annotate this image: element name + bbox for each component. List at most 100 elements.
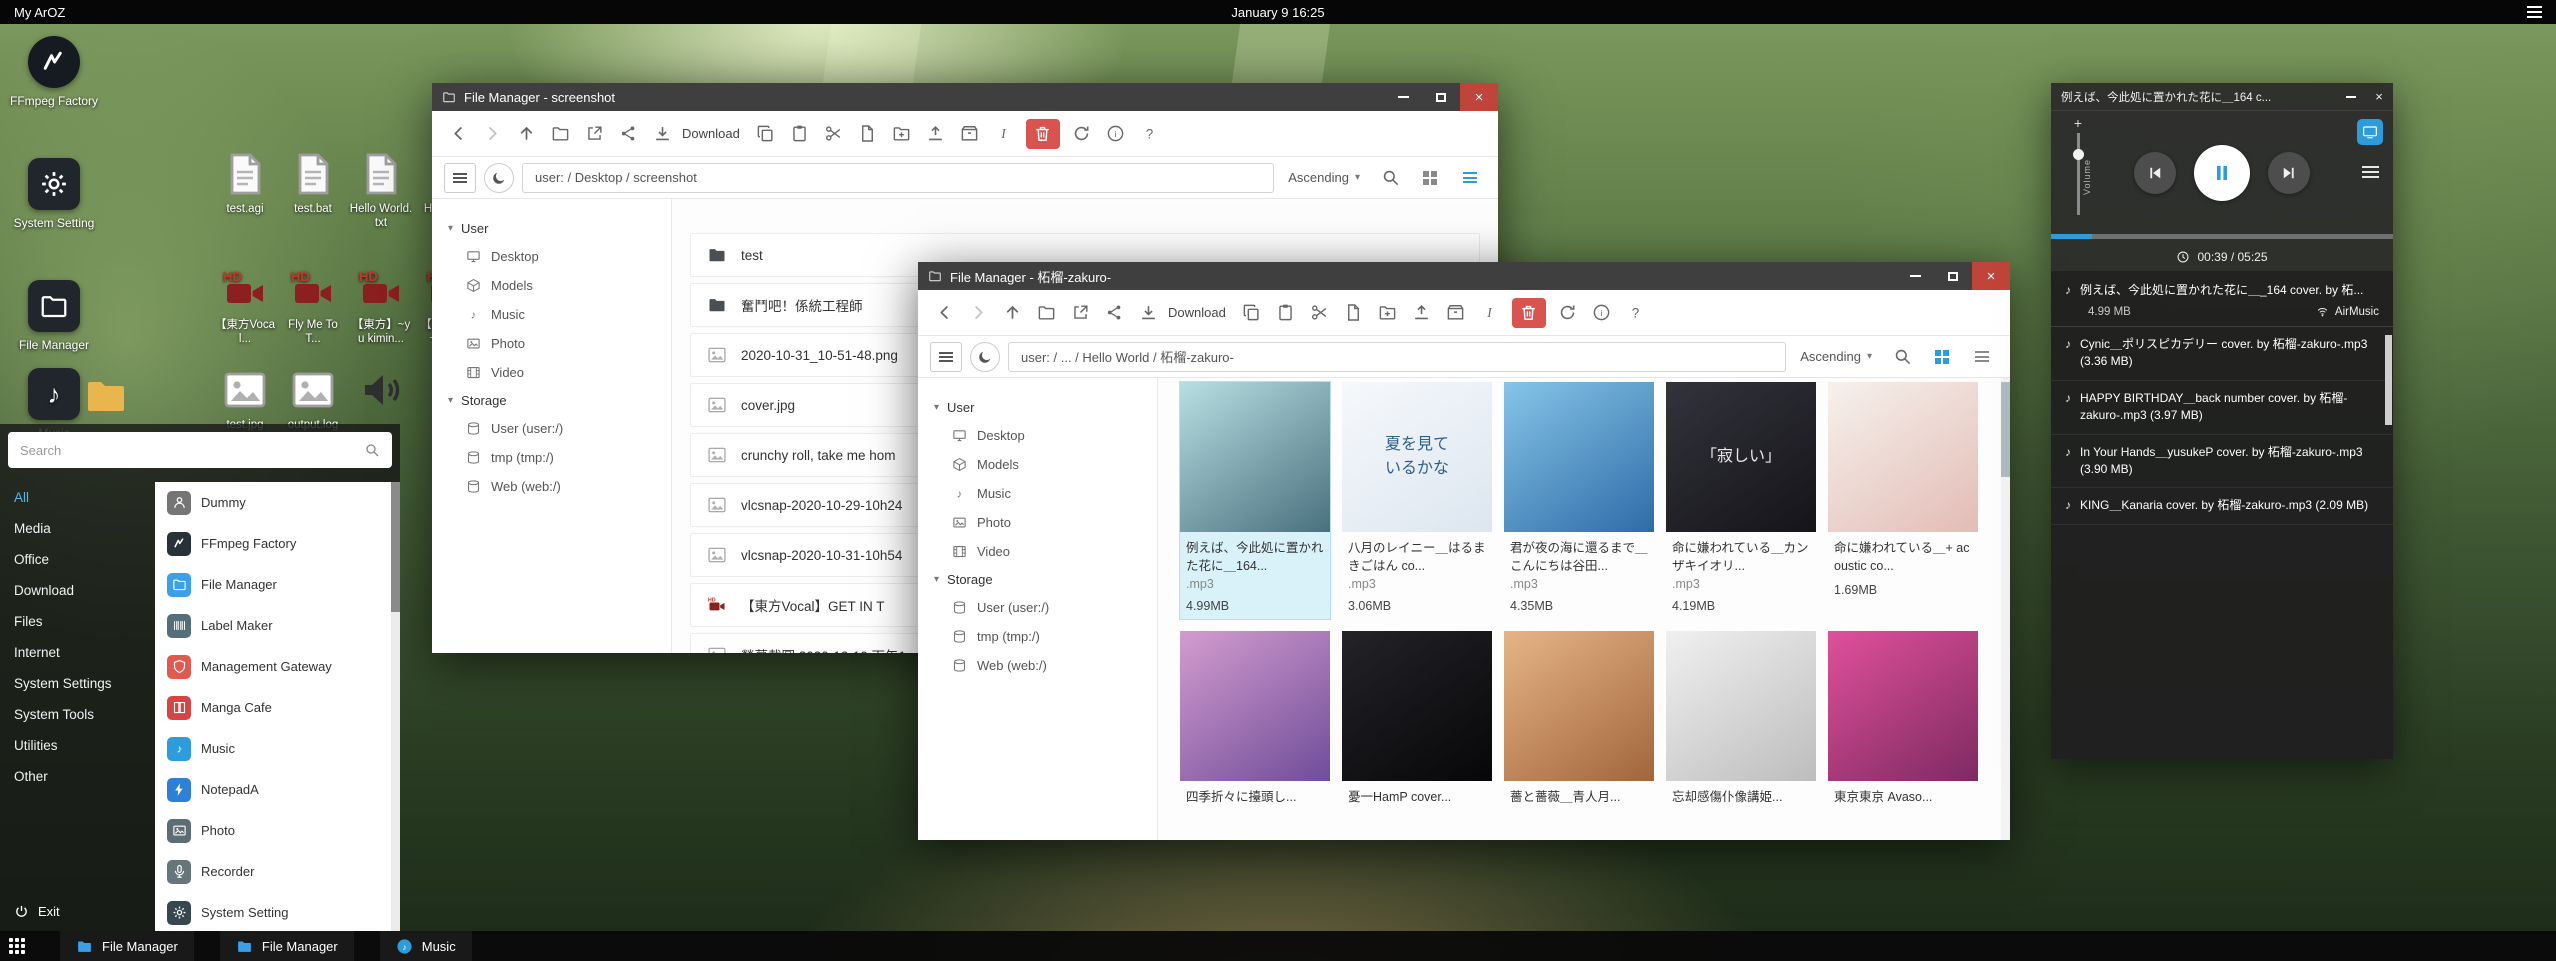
search-button[interactable] [1886, 341, 1918, 373]
titlebar[interactable]: File Manager - screenshot × [432, 83, 1498, 111]
taskbar-item[interactable]: File Manager [220, 931, 354, 961]
close-button[interactable]: × [1972, 262, 2010, 290]
copy-button[interactable] [1236, 297, 1268, 329]
sidebar-section-user[interactable]: ▾User [918, 394, 1157, 421]
up-button[interactable] [510, 118, 542, 150]
new-folder-button[interactable] [886, 118, 918, 150]
playlist-toggle-button[interactable] [2362, 163, 2379, 181]
address-bar[interactable]: user: / ... / Hello World / 柘榴-zakuro- [1008, 342, 1786, 372]
download-button[interactable]: Download [1168, 305, 1226, 320]
volume-track[interactable]: Volume [2077, 133, 2080, 215]
scrollbar[interactable] [391, 482, 400, 931]
desktop-file[interactable]: test.bat [281, 150, 345, 231]
list-view-button[interactable] [1966, 341, 1998, 373]
open-in-new-button[interactable] [578, 118, 610, 150]
sidebar-item[interactable]: tmp (tmp:/) [432, 443, 671, 472]
desktop-file[interactable]: Hello World.txt [349, 150, 413, 231]
playlist-item[interactable]: ♪ Cynic＿ポリスピカデリー cover. by 柘榴-zakuro-.mp… [2051, 327, 2393, 381]
address-bar[interactable]: user: / Desktop / screenshot [522, 163, 1274, 193]
app-item[interactable]: Management Gateway [155, 646, 400, 687]
app-item[interactable]: FFmpeg Factory [155, 523, 400, 564]
refresh-button[interactable] [1066, 118, 1098, 150]
sidebar-item[interactable]: Video [918, 537, 1157, 566]
forward-button[interactable] [476, 118, 508, 150]
desktop-file[interactable]: 【東方】~yu kimin... [349, 266, 413, 347]
scrollbar-thumb[interactable] [2385, 335, 2392, 425]
sidebar-item[interactable]: User (user:/) [432, 414, 671, 443]
download-icon-button[interactable] [646, 118, 678, 150]
exit-button[interactable]: Exit [14, 904, 60, 919]
open-button[interactable] [1030, 297, 1062, 329]
category-item[interactable]: System Settings [0, 668, 155, 699]
file-tile[interactable]: 四季折々に擡頭し... [1180, 631, 1330, 813]
maximize-button[interactable] [1934, 262, 1972, 290]
rename-button[interactable] [988, 118, 1020, 150]
category-item[interactable]: All [0, 482, 155, 513]
minimize-button[interactable] [1896, 262, 1934, 290]
category-item[interactable]: System Tools [0, 699, 155, 730]
archive-button[interactable] [1440, 297, 1472, 329]
scrollbar-thumb[interactable] [391, 482, 400, 612]
upload-button[interactable] [1406, 297, 1438, 329]
desktop-shortcut-file-manager[interactable]: File Manager [8, 280, 100, 353]
download-button[interactable]: Download [682, 126, 740, 141]
open-button[interactable] [544, 118, 576, 150]
progress-bar[interactable] [2051, 234, 2393, 239]
desktop-file[interactable]: output.log [281, 366, 345, 432]
back-button[interactable] [928, 297, 960, 329]
cast-button[interactable] [2357, 119, 2383, 145]
file-tile[interactable]: 「寂しい」 命に嫌われている＿カンザキイオリ... .mp3 4.19MB [1666, 382, 1816, 619]
file-tile[interactable]: 忘却感傷仆像講姫... [1666, 631, 1816, 813]
system-brand[interactable]: My ArOZ [14, 5, 65, 20]
sidebar-item[interactable]: Models [918, 450, 1157, 479]
cut-button[interactable] [1304, 297, 1336, 329]
sidebar-item[interactable]: Desktop [918, 421, 1157, 450]
archive-button[interactable] [954, 118, 986, 150]
sidebar-toggle-button[interactable] [930, 342, 962, 372]
sidebar-toggle-button[interactable] [444, 163, 476, 193]
sidebar-item[interactable]: Desktop [432, 242, 671, 271]
category-item[interactable]: Other [0, 761, 155, 792]
app-item[interactable]: Manga Cafe [155, 687, 400, 728]
now-playing[interactable]: ♪例えば、今此処に置かれた花に＿_164 cover. by 柘... 4.99… [2051, 271, 2393, 327]
desktop-shortcut-system-setting[interactable]: System Setting [8, 158, 100, 231]
desktop-file[interactable]: test.jpg [213, 366, 277, 432]
delete-button[interactable] [1026, 119, 1060, 149]
app-item[interactable]: Label Maker [155, 605, 400, 646]
previous-button[interactable] [2134, 152, 2176, 194]
file-tile[interactable]: 君が夜の海に還るまで＿こんにちは谷田... .mp3 4.35MB [1504, 382, 1654, 619]
sidebar-section-user[interactable]: ▾User [432, 215, 671, 242]
new-file-button[interactable] [1338, 297, 1370, 329]
sidebar-item[interactable]: Web (web:/) [432, 472, 671, 501]
up-button[interactable] [996, 297, 1028, 329]
pause-button[interactable] [2194, 145, 2250, 201]
sidebar-item[interactable]: User (user:/) [918, 593, 1157, 622]
grid-view-button[interactable] [1926, 341, 1958, 373]
sort-dropdown[interactable]: Ascending▾ [1800, 349, 1872, 364]
desktop-shortcut-ffmpeg-factory[interactable]: FFmpeg Factory [8, 36, 100, 109]
theme-toggle-button[interactable] [484, 163, 514, 193]
desktop-file[interactable]: test.agi [213, 150, 277, 231]
info-button[interactable] [1586, 297, 1618, 329]
sidebar-item[interactable]: Photo [918, 508, 1157, 537]
app-item[interactable]: File Manager [155, 564, 400, 605]
info-button[interactable] [1100, 118, 1132, 150]
desktop-file[interactable] [349, 366, 413, 432]
copy-button[interactable] [750, 118, 782, 150]
scrollbar[interactable] [2001, 378, 2010, 840]
sidebar-item[interactable]: tmp (tmp:/) [918, 622, 1157, 651]
minimize-button[interactable] [2337, 83, 2365, 110]
app-launcher-button[interactable] [0, 931, 34, 961]
search-input[interactable]: Search [8, 432, 392, 468]
new-folder-button[interactable] [1372, 297, 1404, 329]
sidebar-item[interactable]: Photo [432, 329, 671, 358]
taskbar-item[interactable]: File Manager [60, 931, 194, 961]
maximize-button[interactable] [1422, 83, 1460, 111]
file-tile[interactable]: 憂一HamP cover... [1342, 631, 1492, 813]
category-item[interactable]: Media [0, 513, 155, 544]
paste-button[interactable] [1270, 297, 1302, 329]
scrollbar-thumb[interactable] [2001, 382, 2010, 477]
sort-dropdown[interactable]: Ascending▾ [1288, 170, 1360, 185]
sidebar-section-storage[interactable]: ▾Storage [432, 387, 671, 414]
sidebar-item[interactable]: Video [432, 358, 671, 387]
